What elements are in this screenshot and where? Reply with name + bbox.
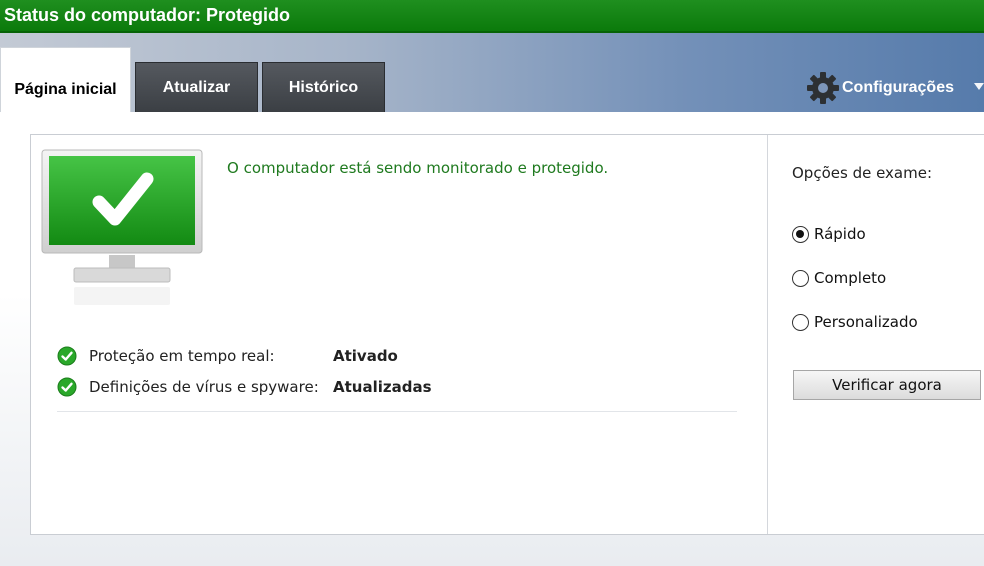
settings-button[interactable]: Configurações xyxy=(806,71,954,105)
scan-options-title: Opções de exame: xyxy=(792,164,933,182)
green-check-icon xyxy=(57,377,77,397)
tab-bar: Página inicial Atualizar Histórico Confi… xyxy=(0,33,984,112)
radio-label: Personalizado xyxy=(814,313,918,331)
status-row-definitions: Definições de vírus e spyware: Atualizad… xyxy=(57,377,432,397)
window-title: Status do computador: Protegido xyxy=(4,5,290,25)
status-value: Ativado xyxy=(333,347,398,365)
scan-option-completo[interactable]: Completo xyxy=(792,269,886,287)
scan-now-button[interactable]: Verificar agora xyxy=(793,370,981,400)
status-label: Definições de vírus e spyware: xyxy=(89,378,319,396)
radio-label: Rápido xyxy=(814,225,866,243)
horizontal-divider xyxy=(57,411,737,412)
scan-option-rapido[interactable]: Rápido xyxy=(792,225,866,243)
tab-pagina-inicial[interactable]: Página inicial xyxy=(0,47,131,112)
gear-icon xyxy=(806,72,839,104)
tab-atualizar[interactable]: Atualizar xyxy=(135,62,258,112)
status-row-realtime: Proteção em tempo real: Ativado xyxy=(57,346,398,366)
scan-option-personalizado[interactable]: Personalizado xyxy=(792,313,918,331)
radio-button[interactable] xyxy=(792,269,809,287)
settings-label: Configurações xyxy=(841,79,954,96)
status-panel: O computador está sendo monitorado e pro… xyxy=(30,134,984,535)
tab-label: Atualizar xyxy=(162,78,231,96)
radio-label: Completo xyxy=(814,269,887,287)
tab-historico[interactable]: Histórico xyxy=(262,62,385,112)
status-label: Proteção em tempo real: xyxy=(89,347,275,365)
tab-label: Página inicial xyxy=(14,81,117,98)
title-bar: Status do computador: Protegido xyxy=(0,0,984,33)
protection-status-message: O computador está sendo monitorado e pro… xyxy=(227,159,609,177)
tab-label: Histórico xyxy=(288,78,359,96)
vertical-divider xyxy=(767,135,768,534)
protected-monitor-icon xyxy=(41,149,203,305)
radio-button[interactable] xyxy=(792,313,809,331)
dropdown-arrow-icon[interactable] xyxy=(974,83,984,90)
radio-button[interactable] xyxy=(792,225,809,243)
green-check-icon xyxy=(57,346,77,366)
main-content: O computador está sendo monitorado e pro… xyxy=(0,112,984,566)
status-value: Atualizadas xyxy=(333,378,432,396)
